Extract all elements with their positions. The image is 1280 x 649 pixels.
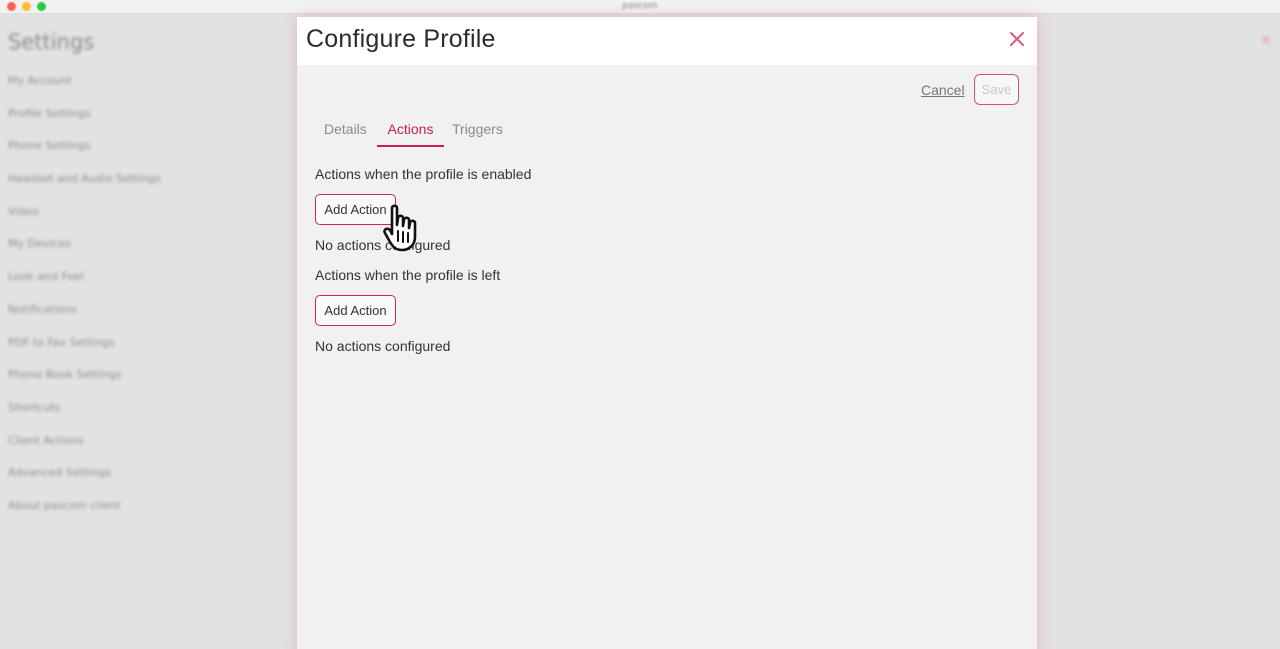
settings-nav-item[interactable]: Client Actions: [8, 430, 161, 463]
enabled-actions-empty-text: No actions configured: [315, 237, 451, 253]
settings-nav-item[interactable]: Video: [8, 201, 161, 234]
settings-heading: Settings: [8, 30, 95, 54]
settings-nav: My Account Profile Settings Phone Settin…: [8, 70, 161, 528]
close-icon[interactable]: [1008, 30, 1026, 48]
close-icon-glyph: [1010, 32, 1024, 46]
left-actions-heading: Actions when the profile is left: [315, 267, 501, 283]
settings-nav-item[interactable]: Shortcuts: [8, 397, 161, 430]
tab-details[interactable]: Details: [324, 121, 367, 147]
save-button[interactable]: Save: [974, 74, 1019, 105]
left-actions-empty-text: No actions configured: [315, 338, 451, 354]
settings-nav-item[interactable]: Advanced Settings: [8, 462, 161, 495]
settings-nav-item[interactable]: Profile Settings: [8, 103, 161, 136]
settings-nav-item[interactable]: Phone Book Settings: [8, 364, 161, 397]
settings-nav-item[interactable]: Notifications: [8, 299, 161, 332]
enabled-actions-heading: Actions when the profile is enabled: [315, 166, 532, 182]
settings-nav-item[interactable]: My Account: [8, 70, 161, 103]
window-title: pascom: [622, 1, 658, 11]
settings-nav-item[interactable]: My Devices: [8, 233, 161, 266]
dialog-title: Configure Profile: [306, 25, 496, 53]
window-titlebar: pascom: [0, 0, 1280, 14]
dialog-header: Configure Profile: [297, 17, 1037, 65]
tab-triggers[interactable]: Triggers: [452, 121, 503, 147]
settings-close-icon[interactable]: ×: [1260, 32, 1272, 48]
settings-nav-item[interactable]: PDF to Fax Settings: [8, 332, 161, 365]
add-action-button-enabled[interactable]: Add Action: [315, 194, 396, 225]
settings-nav-item[interactable]: Headset and Audio Settings: [8, 168, 161, 201]
settings-sidebar: Settings My Account Profile Settings Pho…: [0, 14, 300, 649]
cancel-button[interactable]: Cancel: [921, 82, 965, 98]
settings-nav-item[interactable]: About pascom client: [8, 495, 161, 528]
tab-actions[interactable]: Actions: [377, 121, 444, 147]
settings-nav-item[interactable]: Look and Feel: [8, 266, 161, 299]
settings-nav-item[interactable]: Phone Settings: [8, 135, 161, 168]
configure-profile-dialog: Configure Profile Cancel Save Details Ac…: [297, 17, 1037, 649]
add-action-button-left[interactable]: Add Action: [315, 295, 396, 326]
